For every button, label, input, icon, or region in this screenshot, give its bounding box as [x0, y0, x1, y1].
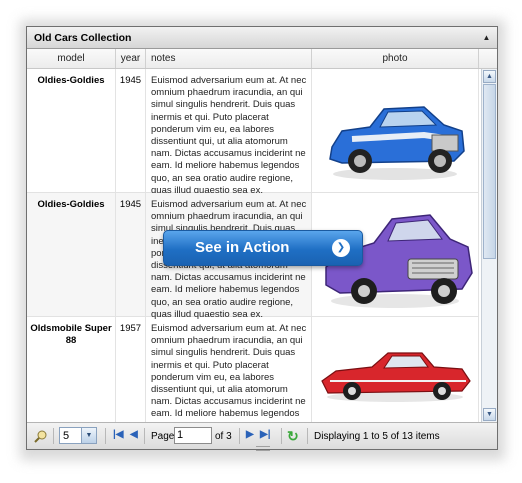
- panel-title: Old Cars Collection: [34, 32, 132, 44]
- previous-page-icon[interactable]: ◀: [130, 429, 138, 440]
- column-header-photo[interactable]: photo: [312, 49, 479, 68]
- first-page-icon[interactable]: |◀: [113, 429, 124, 440]
- year-cell: 1945: [116, 193, 146, 316]
- page-size-value: 5: [63, 430, 70, 442]
- scroll-down-icon[interactable]: ▼: [483, 408, 496, 421]
- toolbar-separator: [307, 428, 308, 444]
- scroll-up-icon[interactable]: ▲: [483, 70, 496, 83]
- next-page-icon[interactable]: ▶: [246, 429, 254, 440]
- model-cell: Oldsmobile Super 88: [27, 317, 116, 422]
- toolbar-separator: [239, 428, 240, 444]
- page-label: Page: [151, 431, 175, 442]
- last-page-icon[interactable]: ▶|: [260, 429, 271, 440]
- column-header-year[interactable]: year: [116, 49, 146, 68]
- collapse-icon[interactable]: ▲: [480, 31, 493, 44]
- toolbar-separator: [53, 428, 54, 444]
- arrow-right-icon: ❯: [332, 239, 350, 257]
- toolbar-separator: [105, 428, 106, 444]
- column-header-notes[interactable]: notes: [146, 49, 312, 68]
- vertical-scrollbar[interactable]: ▲ ▼: [481, 69, 497, 422]
- table-row[interactable]: Oldsmobile Super 88 1957 Euismod adversa…: [27, 317, 479, 422]
- page-number-input[interactable]: 1: [174, 427, 212, 444]
- panel-titlebar: Old Cars Collection ▲: [27, 27, 497, 49]
- resize-grip-icon[interactable]: [256, 446, 270, 451]
- scrollbar-thumb[interactable]: [483, 84, 496, 259]
- see-in-action-button[interactable]: See in Action ❯: [163, 230, 363, 266]
- year-cell: 1957: [116, 317, 146, 422]
- refresh-icon[interactable]: ↻: [287, 428, 299, 445]
- column-header-spacer: [479, 49, 497, 68]
- model-cell: Oldies-Goldies: [27, 193, 116, 316]
- red-classic-car-photo: [321, 352, 471, 402]
- model-cell: Oldies-Goldies: [27, 69, 116, 192]
- notes-cell: Euismod adversarium eum at. At nec omniu…: [146, 317, 312, 422]
- toolbar-separator: [144, 428, 145, 444]
- photo-cell: [312, 69, 479, 192]
- chevron-down-icon[interactable]: ▼: [81, 428, 96, 443]
- table-row[interactable]: Oldies-Goldies 1945 Euismod adversarium …: [27, 69, 479, 196]
- blue-classic-car-photo: [329, 106, 465, 180]
- paging-status-text: Displaying 1 to 5 of 13 items: [314, 431, 440, 442]
- page-size-select[interactable]: 5 ▼: [59, 427, 97, 444]
- photo-cell: [312, 317, 479, 422]
- column-header-model[interactable]: model: [27, 49, 116, 68]
- paging-toolbar: 5 ▼ |◀ ◀ Page 1 of 3 ▶ ▶| ↻ Displaying 1…: [27, 422, 497, 449]
- column-header-row: model year notes photo: [27, 49, 497, 69]
- page-count-label: of 3: [215, 431, 232, 442]
- year-cell: 1945: [116, 69, 146, 192]
- search-icon[interactable]: [33, 429, 49, 443]
- toolbar-separator: [281, 428, 282, 444]
- see-in-action-label: See in Action: [195, 239, 290, 256]
- notes-cell: Euismod adversarium eum at. At nec omniu…: [146, 69, 312, 196]
